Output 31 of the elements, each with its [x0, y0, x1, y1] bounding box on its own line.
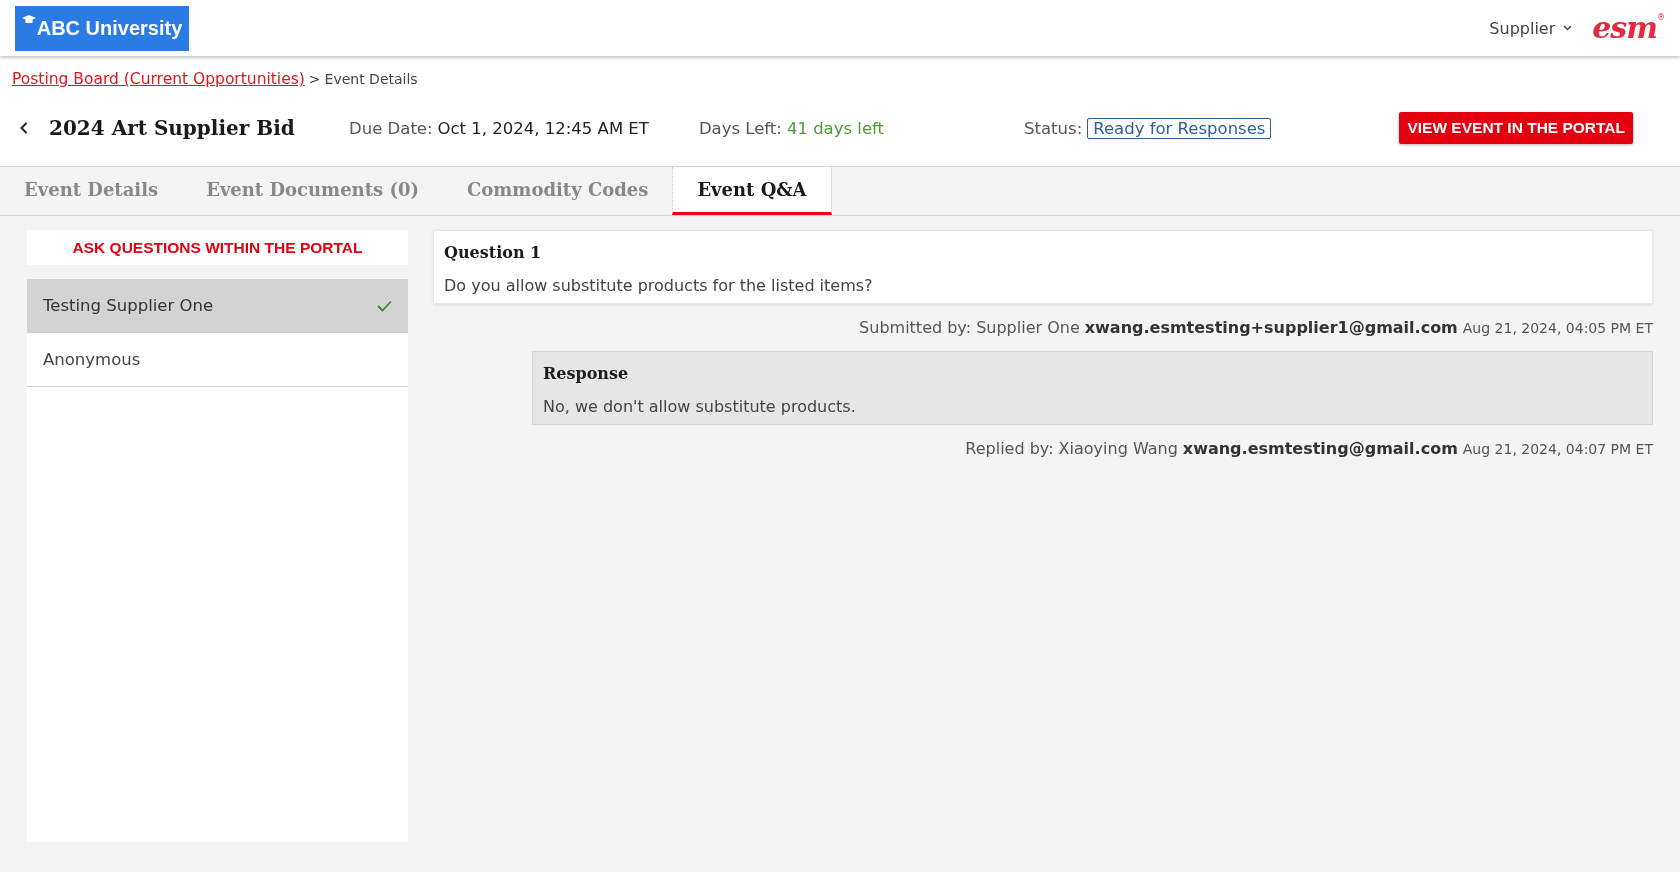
supplier-list-item[interactable]: Testing Supplier One: [27, 279, 408, 333]
brand-logo: esm: [1592, 13, 1657, 43]
breadcrumb-separator: >: [308, 71, 321, 87]
registered-mark: ®: [1657, 13, 1665, 22]
university-logo[interactable]: ABC University: [15, 5, 189, 51]
days-left-label: Days Left:: [698, 118, 782, 138]
tab[interactable]: Event Documents (0): [182, 167, 443, 215]
due-date-value: Oct 1, 2024, 12:45 AM ET: [437, 118, 649, 138]
days-left-value: 41 days left: [786, 118, 885, 138]
status-label: Status:: [1024, 118, 1083, 138]
submitted-by-label: Submitted by: Supplier One: [859, 318, 1080, 337]
tab[interactable]: Event Q&A: [672, 167, 832, 215]
event-title: 2024 Art Supplier Bid: [49, 116, 296, 140]
replied-by-label: Replied by: Xiaoying Wang: [965, 439, 1178, 458]
submitter-email: xwang.esmtesting+supplier1@gmail.com: [1084, 318, 1458, 337]
view-portal-button[interactable]: VIEW EVENT IN THE PORTAL: [1399, 112, 1634, 144]
user-menu[interactable]: Supplier: [1489, 18, 1573, 38]
question-text: Do you allow substitute products for the listed items?: [444, 276, 874, 295]
response-text: No, we don't allow substitute products.: [543, 397, 857, 416]
due-date-label: Due Date:: [349, 118, 433, 138]
replier-email: xwang.esmtesting@gmail.com: [1182, 439, 1458, 458]
breadcrumb-link[interactable]: Posting Board (Current Opportunities): [12, 70, 305, 88]
tab[interactable]: Event Details: [0, 167, 183, 215]
replied-time: Aug 21, 2024, 04:07 PM ET: [1462, 441, 1653, 457]
status-badge: Ready for Responses: [1087, 117, 1272, 139]
response-title: Response: [543, 364, 630, 383]
logo-text: ABC University: [36, 16, 183, 40]
breadcrumb-current: Event Details: [324, 71, 418, 87]
question-title: Question 1: [444, 243, 543, 262]
submitted-time: Aug 21, 2024, 04:05 PM ET: [1462, 320, 1653, 336]
tab[interactable]: Commodity Codes: [443, 167, 673, 215]
